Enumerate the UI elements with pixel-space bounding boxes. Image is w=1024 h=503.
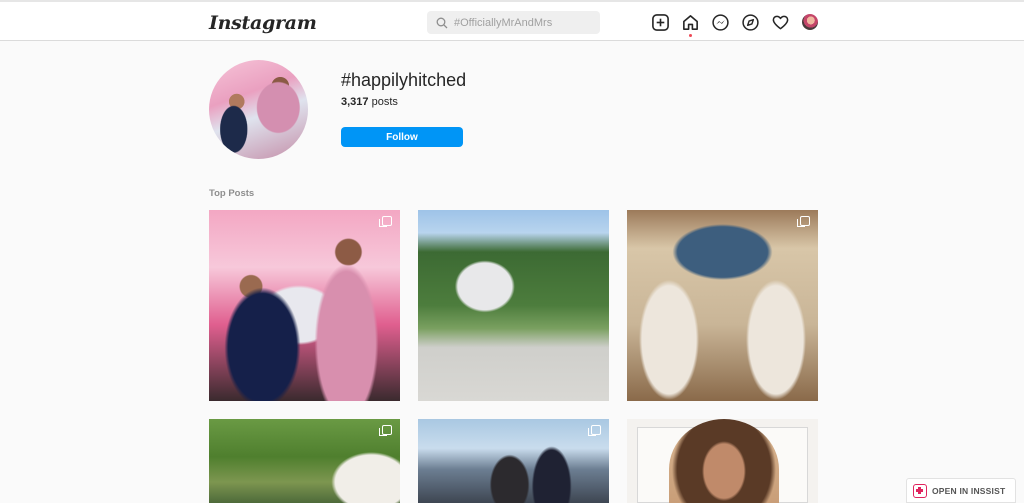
posts-count: 3,317 posts bbox=[341, 96, 398, 108]
search-input[interactable] bbox=[454, 16, 584, 29]
top-posts-heading: Top Posts bbox=[209, 188, 255, 199]
post-tile[interactable] bbox=[209, 419, 400, 503]
inssist-label: OPEN IN INSSIST bbox=[932, 485, 1006, 496]
profile-avatar[interactable] bbox=[802, 14, 818, 30]
carousel-icon bbox=[588, 425, 601, 436]
hashtag-profile-image bbox=[209, 60, 308, 159]
open-in-inssist-button[interactable]: OPEN IN INSSIST bbox=[906, 478, 1016, 503]
instagram-logo[interactable]: Instagram bbox=[209, 12, 317, 34]
top-navigation-bar: Instagram bbox=[0, 0, 1024, 41]
explore-icon[interactable] bbox=[741, 13, 760, 32]
activity-heart-icon[interactable] bbox=[771, 13, 790, 32]
post-tile[interactable] bbox=[418, 210, 609, 401]
post-tile[interactable] bbox=[627, 419, 818, 503]
posts-count-label: posts bbox=[371, 96, 398, 108]
carousel-icon bbox=[797, 216, 810, 227]
follow-button[interactable]: Follow bbox=[341, 127, 463, 147]
inssist-plus-icon bbox=[913, 483, 927, 498]
home-icon[interactable] bbox=[681, 13, 700, 37]
carousel-icon bbox=[379, 216, 392, 227]
post-tile[interactable] bbox=[209, 210, 400, 401]
search-icon bbox=[436, 17, 448, 28]
post-tile[interactable] bbox=[627, 210, 818, 401]
notification-dot bbox=[689, 34, 692, 37]
post-tile[interactable] bbox=[418, 419, 609, 503]
search-box[interactable] bbox=[427, 11, 600, 34]
messenger-icon[interactable] bbox=[711, 13, 730, 32]
posts-count-number: 3,317 bbox=[341, 96, 369, 108]
new-post-icon[interactable] bbox=[651, 13, 670, 32]
hashtag-title: #happilyhitched bbox=[341, 70, 467, 90]
carousel-icon bbox=[379, 425, 392, 436]
